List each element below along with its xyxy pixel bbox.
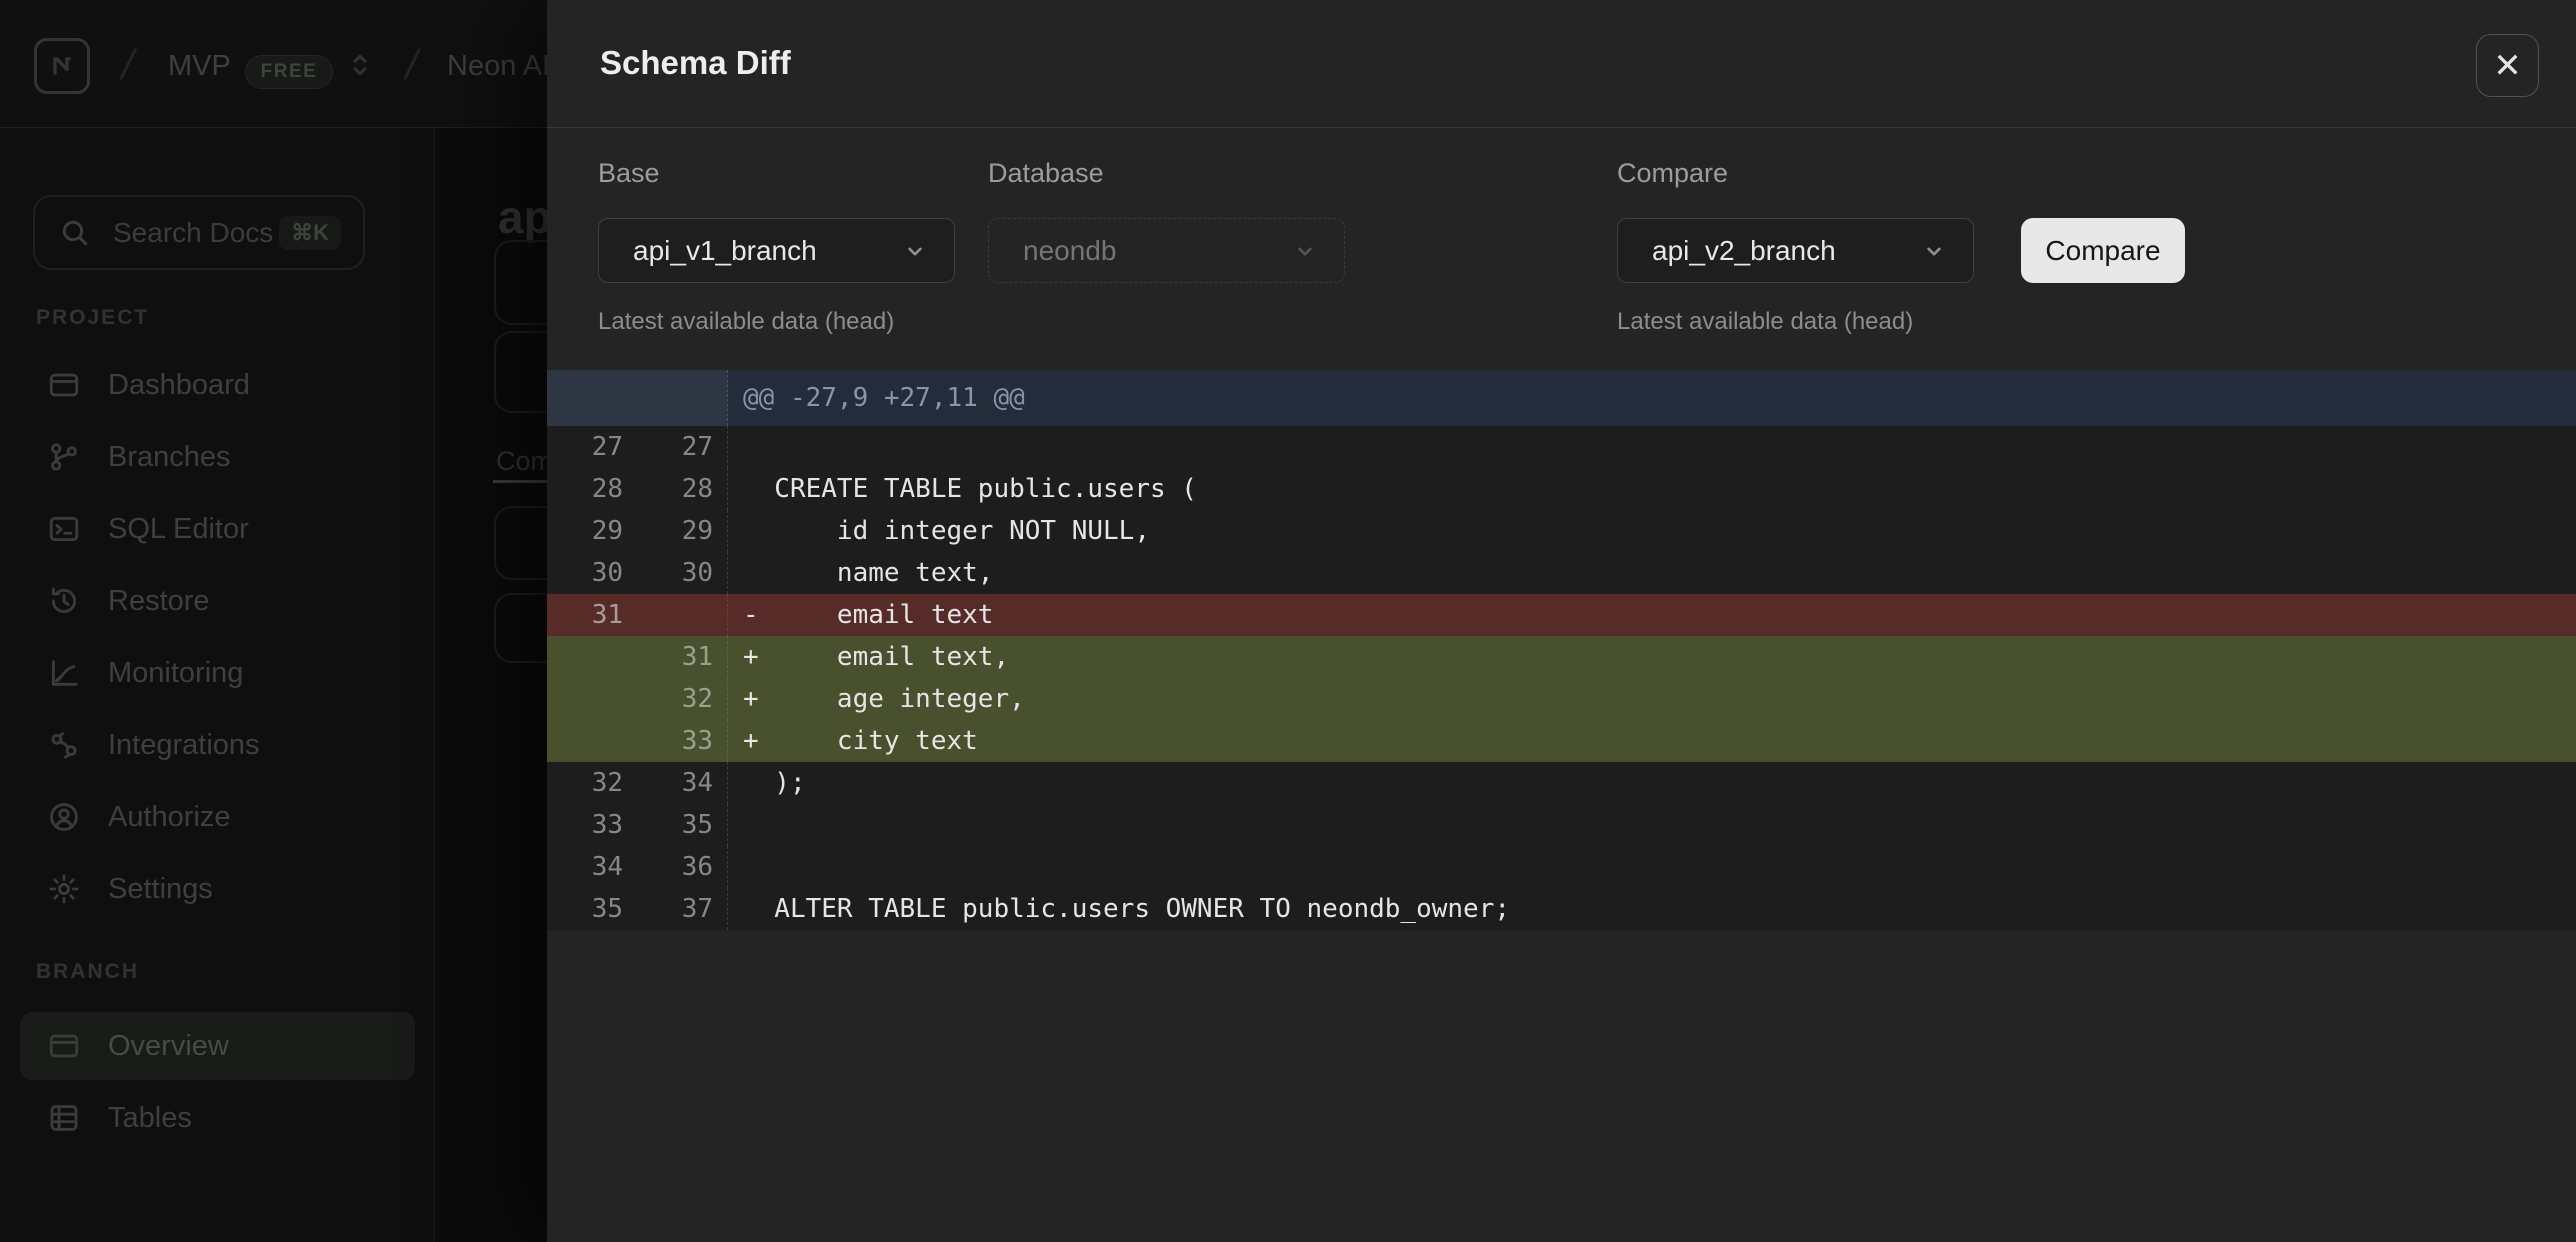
old-line-number (547, 678, 637, 720)
diff-row: 31 - email text (547, 594, 2576, 636)
diff-marker: + (743, 678, 774, 720)
diff-row: 31 + email text, (547, 636, 2576, 678)
base-helper-text: Latest available data (head) (598, 308, 894, 336)
old-line-number: 28 (547, 468, 637, 510)
diff-rows: 27 27 28 28 CREATE TABLE public.users ( … (547, 426, 2576, 930)
old-line-number: 29 (547, 510, 637, 552)
database-label: Database (988, 158, 1104, 189)
new-line-number: 30 (637, 552, 727, 594)
code-text: age integer, (774, 684, 1024, 714)
diff-row: 30 30 name text, (547, 552, 2576, 594)
base-branch-select[interactable]: api_v1_branch (598, 218, 955, 283)
new-line-number: 31 (637, 636, 727, 678)
diff-row: 34 36 (547, 846, 2576, 888)
old-line-number (547, 636, 637, 678)
diff-row: 33 35 (547, 804, 2576, 846)
new-line-number: 33 (637, 720, 727, 762)
modal-header: Schema Diff ✕ (547, 0, 2576, 128)
old-line-number: 30 (547, 552, 637, 594)
old-line-number: 33 (547, 804, 637, 846)
base-branch-value: api_v1_branch (633, 235, 817, 267)
database-select: neondb (988, 218, 1345, 283)
code-text: email text (774, 600, 993, 630)
code-text: city text (774, 726, 978, 756)
hunk-header-text: @@ -27,9 +27,11 @@ (727, 370, 2576, 426)
diff-row: 35 37 ALTER TABLE public.users OWNER TO … (547, 888, 2576, 930)
code-text: ); (774, 768, 805, 798)
new-line-number: 37 (637, 888, 727, 930)
diff-row: 28 28 CREATE TABLE public.users ( (547, 468, 2576, 510)
new-line-number: 32 (637, 678, 727, 720)
compare-helper-text: Latest available data (head) (1617, 308, 1913, 336)
compare-branch-value: api_v2_branch (1652, 235, 1836, 267)
new-line-number: 27 (637, 426, 727, 468)
diff-row: 33 + city text (547, 720, 2576, 762)
chevron-down-icon (1292, 238, 1318, 264)
close-button[interactable]: ✕ (2476, 34, 2539, 97)
compare-label: Compare (1617, 158, 1728, 189)
code-text: ALTER TABLE public.users OWNER TO neondb… (774, 894, 1510, 924)
diff-marker: + (743, 636, 774, 678)
base-label: Base (598, 158, 660, 189)
new-line-number: 35 (637, 804, 727, 846)
schema-diff-modal: Schema Diff ✕ Base api_v1_branch Latest … (547, 0, 2576, 1242)
old-line-number: 34 (547, 846, 637, 888)
database-value: neondb (1023, 235, 1116, 267)
new-line-number: 36 (637, 846, 727, 888)
new-line-number: 28 (637, 468, 727, 510)
old-line-number: 31 (547, 594, 637, 636)
modal-title: Schema Diff (600, 44, 791, 82)
new-line-number (637, 594, 727, 636)
code-text: id integer NOT NULL, (774, 516, 1150, 546)
chevron-down-icon (1921, 238, 1947, 264)
old-line-number (547, 720, 637, 762)
code-text: email text, (774, 642, 1009, 672)
compare-branch-select[interactable]: api_v2_branch (1617, 218, 1974, 283)
chevron-down-icon (902, 238, 928, 264)
diff-marker: + (743, 720, 774, 762)
diff-row: 32 34 ); (547, 762, 2576, 804)
compare-button[interactable]: Compare (2021, 218, 2185, 283)
schema-diff-view: @@ -27,9 +27,11 @@ 27 27 28 28 CREATE TA… (547, 370, 2576, 930)
new-line-number: 29 (637, 510, 727, 552)
diff-marker: - (743, 594, 774, 636)
diff-row: 29 29 id integer NOT NULL, (547, 510, 2576, 552)
diff-row: 32 + age integer, (547, 678, 2576, 720)
old-line-number: 32 (547, 762, 637, 804)
diff-hunk-header: @@ -27,9 +27,11 @@ (547, 370, 2576, 426)
code-text: CREATE TABLE public.users ( (774, 474, 1197, 504)
diff-row: 27 27 (547, 426, 2576, 468)
code-text: name text, (774, 558, 993, 588)
new-line-number: 34 (637, 762, 727, 804)
old-line-number: 27 (547, 426, 637, 468)
old-line-number: 35 (547, 888, 637, 930)
